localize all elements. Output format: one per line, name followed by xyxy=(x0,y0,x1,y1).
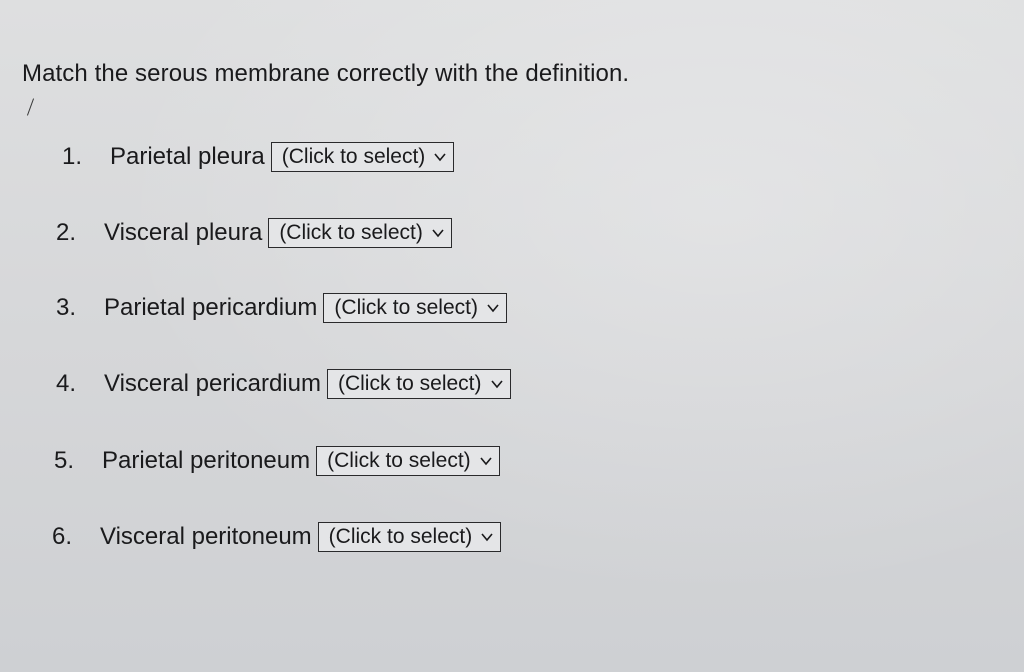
chevron-down-icon xyxy=(486,301,500,315)
match-row-1: 1. Parietal pleura (Click to select) xyxy=(62,142,455,172)
screen-background: Match the serous membrane correctly with… xyxy=(0,0,1024,672)
item-term: Visceral peritoneum xyxy=(100,523,312,550)
question-title: Match the serous membrane correctly with… xyxy=(22,60,630,87)
definition-select-5[interactable]: (Click to select) xyxy=(316,446,500,476)
chevron-down-icon xyxy=(431,226,445,240)
item-number: 2. xyxy=(56,219,77,246)
chevron-down-icon xyxy=(490,377,504,391)
match-row-4: 4. Visceral pericardium (Click to select… xyxy=(56,369,511,399)
select-value: (Click to select) xyxy=(328,525,473,548)
definition-select-1[interactable]: (Click to select) xyxy=(270,142,455,172)
select-value: (Click to select) xyxy=(337,372,482,395)
item-number: 1. xyxy=(62,143,83,170)
item-term: Parietal pleura xyxy=(110,143,265,170)
item-term: Visceral pericardium xyxy=(104,370,321,397)
definition-select-3[interactable]: (Click to select) xyxy=(323,293,507,323)
select-value: (Click to select) xyxy=(279,221,423,244)
item-number: 3. xyxy=(56,294,77,321)
match-row-6: 6. Visceral peritoneum (Click to select) xyxy=(52,522,502,552)
definition-select-6[interactable]: (Click to select) xyxy=(317,522,502,552)
select-value: (Click to select) xyxy=(334,296,478,319)
item-number: 6. xyxy=(52,523,73,550)
item-term: Visceral pleura xyxy=(104,219,263,246)
item-term: Parietal pericardium xyxy=(104,294,318,321)
item-term: Parietal peritoneum xyxy=(102,447,311,474)
item-number: 4. xyxy=(56,370,77,397)
chevron-down-icon xyxy=(479,454,493,468)
definition-select-2[interactable]: (Click to select) xyxy=(268,218,452,248)
chevron-down-icon xyxy=(480,530,494,544)
match-row-3: 3. Parietal pericardium (Click to select… xyxy=(56,293,507,323)
match-row-5: 5. Parietal peritoneum (Click to select) xyxy=(54,446,500,476)
match-row-2: 2. Visceral pleura (Click to select) xyxy=(56,218,452,248)
select-value: (Click to select) xyxy=(327,449,471,472)
definition-select-4[interactable]: (Click to select) xyxy=(326,369,511,399)
chevron-down-icon xyxy=(433,150,447,164)
item-number: 5. xyxy=(54,447,75,474)
stray-mark xyxy=(26,98,35,116)
select-value: (Click to select) xyxy=(281,145,426,168)
